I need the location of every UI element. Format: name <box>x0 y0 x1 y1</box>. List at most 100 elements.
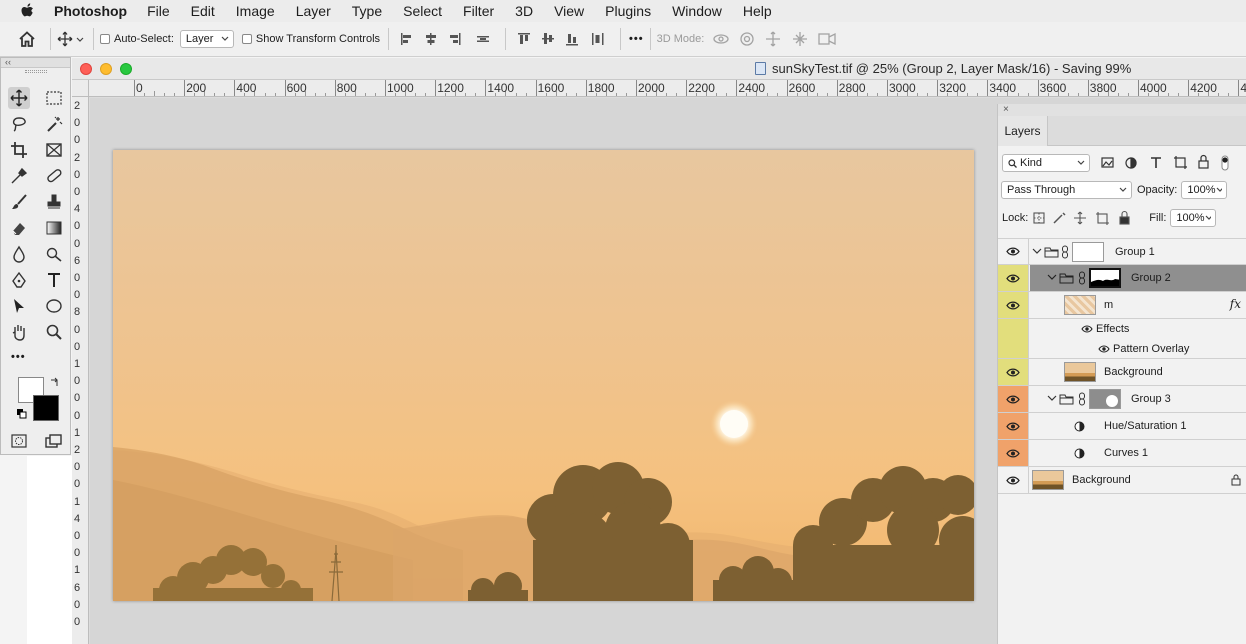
tab-layers[interactable]: Layers <box>998 116 1048 146</box>
quick-mask-button[interactable] <box>8 430 30 452</box>
minimize-window-button[interactable] <box>100 63 112 75</box>
ruler-origin[interactable] <box>72 80 89 97</box>
tools-grip[interactable] <box>25 70 47 73</box>
link-icon[interactable] <box>1078 392 1086 406</box>
panel-close-button[interactable]: × <box>998 104 1246 116</box>
layer-thumbnail[interactable] <box>1064 362 1096 382</box>
chevron-down-icon[interactable] <box>1216 187 1223 193</box>
screen-mode-button[interactable] <box>43 430 65 452</box>
type-tool[interactable] <box>43 269 65 291</box>
visibility-toggle[interactable] <box>998 359 1029 385</box>
marquee-tool[interactable] <box>43 87 65 109</box>
eye-icon[interactable] <box>1081 325 1093 333</box>
visibility-toggle[interactable] <box>998 413 1029 439</box>
menu-file[interactable]: File <box>147 3 170 19</box>
layer-thumbnail[interactable] <box>1032 470 1064 490</box>
layer-row[interactable]: Group 3 <box>998 386 1246 413</box>
menu-edit[interactable]: Edit <box>191 3 215 19</box>
chevron-down-icon[interactable] <box>1205 215 1212 221</box>
brush-tool[interactable] <box>8 191 30 213</box>
tools-panel-collapse[interactable]: ‹‹ <box>1 58 70 68</box>
default-colors-icon[interactable] <box>16 408 28 420</box>
menu-layer[interactable]: Layer <box>296 3 331 19</box>
menu-help[interactable]: Help <box>743 3 772 19</box>
layer-mask-thumbnail[interactable] <box>1089 389 1121 409</box>
apple-logo-icon[interactable] <box>20 2 36 20</box>
menu-select[interactable]: Select <box>403 3 442 19</box>
app-menu[interactable]: Photoshop <box>54 3 127 19</box>
zoom-tool[interactable] <box>43 321 65 343</box>
visibility-toggle[interactable] <box>998 386 1029 412</box>
lock-options-icons[interactable] <box>1032 210 1132 226</box>
document-image[interactable] <box>113 150 974 601</box>
link-icon[interactable] <box>1078 271 1086 285</box>
auto-select-checkbox[interactable]: Auto-Select: <box>100 33 174 45</box>
visibility-toggle[interactable] <box>998 239 1029 264</box>
menu-plugins[interactable]: Plugins <box>605 3 651 19</box>
checkbox-box[interactable] <box>241 34 252 44</box>
layer-filter-icons[interactable] <box>1100 154 1236 172</box>
healing-brush-tool[interactable] <box>43 165 65 187</box>
gradient-tool[interactable] <box>43 217 65 239</box>
3d-mode-icons[interactable] <box>712 30 842 48</box>
menu-image[interactable]: Image <box>236 3 275 19</box>
menu-window[interactable]: Window <box>672 3 722 19</box>
ellipse-tool[interactable] <box>43 295 65 317</box>
align-buttons-icon[interactable] <box>399 30 499 48</box>
layer-thumbnail[interactable] <box>1064 295 1096 315</box>
close-window-button[interactable] <box>80 63 92 75</box>
layer-row[interactable]: Background <box>998 467 1246 494</box>
layer-mask-thumbnail[interactable] <box>1089 268 1121 288</box>
chevron-down-icon[interactable] <box>1047 274 1057 282</box>
pen-tool[interactable] <box>8 269 30 291</box>
link-icon[interactable] <box>1061 245 1069 259</box>
layer-row-selected[interactable]: Group 2 <box>998 265 1246 292</box>
eye-icon[interactable] <box>1098 345 1110 353</box>
filter-kind-dropdown[interactable]: Kind <box>1002 154 1090 172</box>
menu-3d[interactable]: 3D <box>515 3 533 19</box>
horizontal-ruler[interactable]: 0 200 400 600 800 1000 1200 1400 1600 1800 2000 220… <box>89 80 1246 97</box>
fx-icon[interactable]: fx <box>1230 297 1241 311</box>
swap-colors-icon[interactable] <box>49 376 61 388</box>
blend-mode-dropdown[interactable]: Pass Through <box>1001 181 1132 199</box>
blur-tool[interactable] <box>8 243 30 265</box>
visibility-toggle[interactable] <box>998 265 1029 291</box>
eraser-tool[interactable] <box>8 217 30 239</box>
visibility-toggle[interactable] <box>998 467 1029 493</box>
background-color-swatch[interactable] <box>33 395 59 421</box>
lasso-tool[interactable] <box>8 113 30 135</box>
hand-tool[interactable] <box>8 321 30 343</box>
menu-filter[interactable]: Filter <box>463 3 494 19</box>
layer-row[interactable]: Group 1 <box>998 238 1246 265</box>
home-icon[interactable] <box>18 31 36 47</box>
layer-mask-thumbnail[interactable] <box>1072 242 1104 262</box>
move-tool[interactable] <box>8 87 30 109</box>
clone-stamp-tool[interactable] <box>43 191 65 213</box>
layer-row[interactable]: Hue/Saturation 1 <box>998 413 1246 440</box>
frame-tool[interactable] <box>43 139 65 161</box>
chevron-down-icon[interactable] <box>1032 248 1042 256</box>
menu-view[interactable]: View <box>554 3 584 19</box>
opacity-input[interactable]: 100% <box>1181 181 1228 199</box>
move-tool-preset-icon[interactable] <box>57 31 87 47</box>
effect-item-row[interactable]: Pattern Overlay <box>998 339 1246 359</box>
layer-row[interactable]: Background <box>998 359 1246 386</box>
chevron-down-icon[interactable] <box>1047 395 1057 403</box>
checkbox-box[interactable] <box>100 34 110 44</box>
show-transform-checkbox[interactable]: Show Transform Controls <box>241 33 380 45</box>
more-options-button[interactable]: ••• <box>629 33 644 45</box>
visibility-toggle[interactable] <box>998 292 1029 318</box>
magic-wand-tool[interactable] <box>43 113 65 135</box>
crop-tool[interactable] <box>8 139 30 161</box>
fill-input[interactable]: 100% <box>1170 209 1217 227</box>
distribute-buttons-icon[interactable] <box>514 30 614 48</box>
layer-row[interactable]: m fx <box>998 292 1246 319</box>
layer-row[interactable]: Curves 1 <box>998 440 1246 467</box>
dodge-tool[interactable] <box>43 243 65 265</box>
visibility-toggle[interactable] <box>998 440 1029 466</box>
auto-select-dropdown[interactable]: Layer <box>179 30 234 48</box>
effects-row[interactable]: Effects <box>998 319 1246 339</box>
eyedropper-tool[interactable] <box>8 165 30 187</box>
zoom-window-button[interactable] <box>120 63 132 75</box>
menu-type[interactable]: Type <box>352 3 382 19</box>
